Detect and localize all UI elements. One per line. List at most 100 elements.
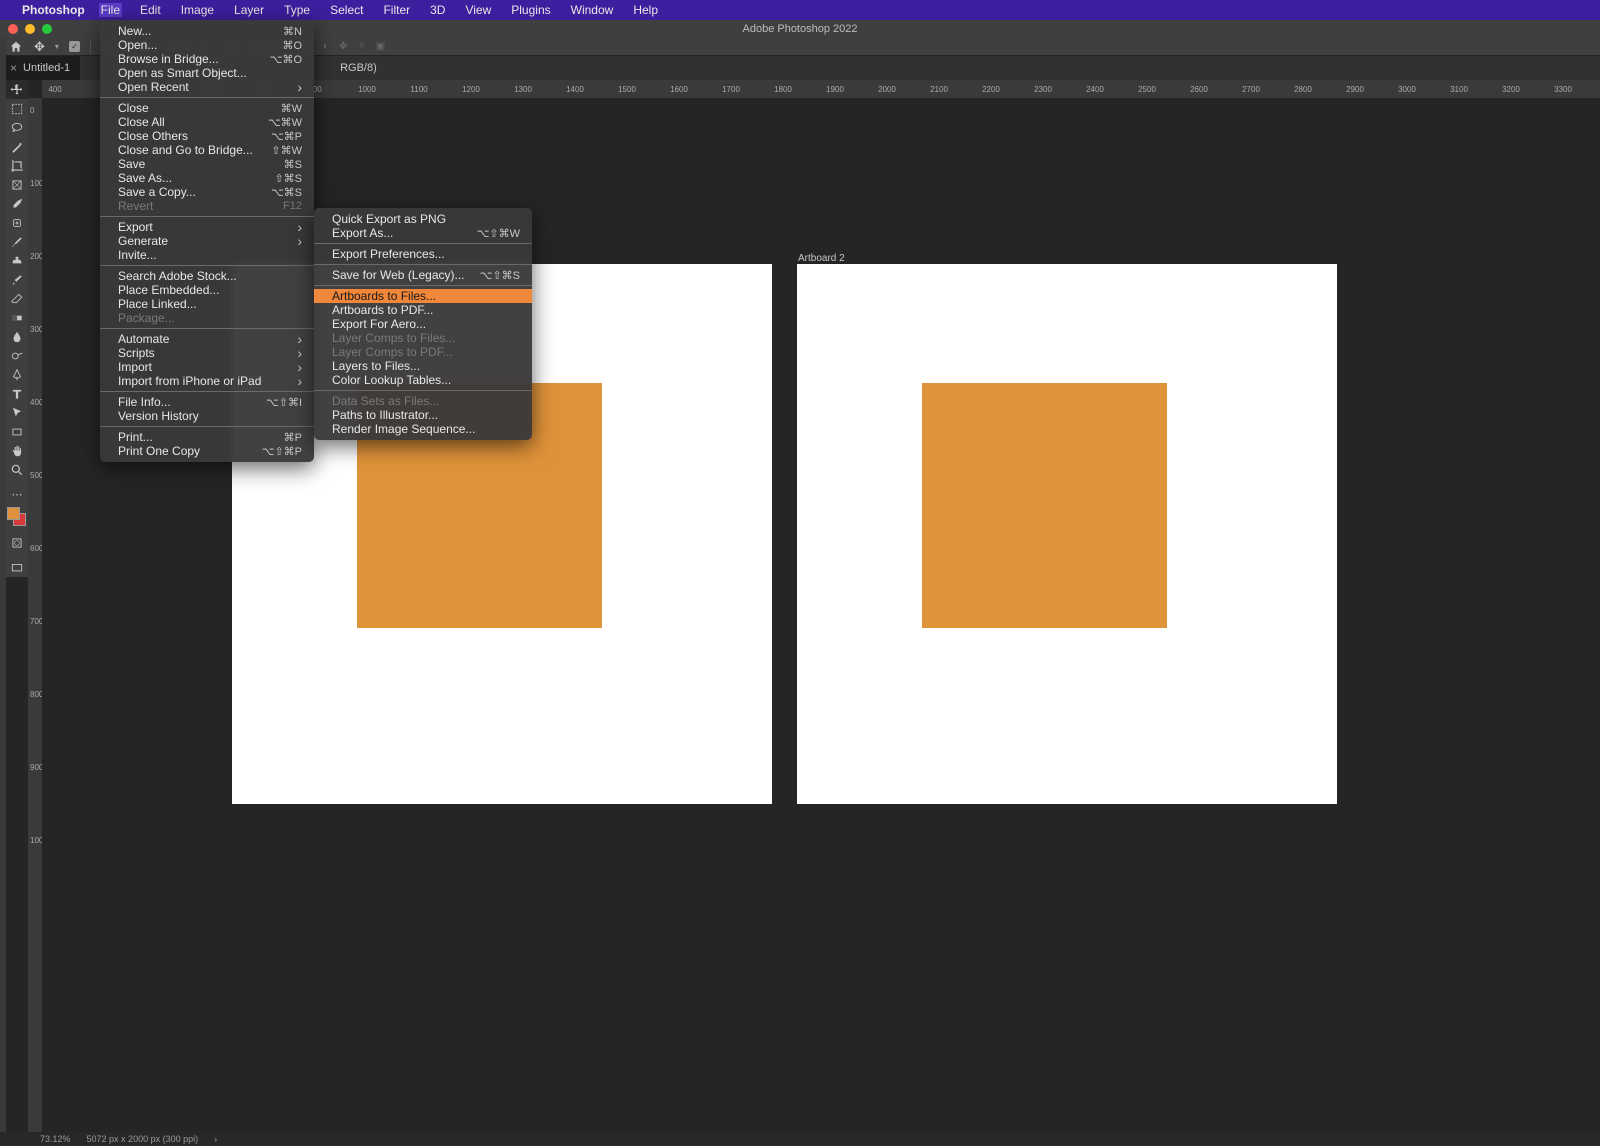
menu-filter[interactable]: Filter	[381, 3, 412, 17]
menu-item[interactable]: Open as Smart Object...	[100, 66, 314, 80]
menu-item[interactable]: Place Linked...	[100, 297, 314, 311]
menu-item[interactable]: Export As...⌥⇧⌘W	[314, 226, 532, 240]
3d-camera-icon[interactable]: ▣	[376, 41, 385, 52]
lasso-tool[interactable]	[6, 118, 28, 137]
menu-select[interactable]: Select	[328, 3, 365, 17]
eraser-tool[interactable]	[6, 289, 28, 308]
gradient-tool[interactable]	[6, 308, 28, 327]
menu-item[interactable]: Paths to Illustrator...	[314, 408, 532, 422]
menu-item[interactable]: Invite...	[100, 248, 314, 262]
menu-item[interactable]: Search Adobe Stock...	[100, 269, 314, 283]
menu-layer[interactable]: Layer	[232, 3, 266, 17]
marquee-tool[interactable]	[6, 99, 28, 118]
menu-item[interactable]: Save for Web (Legacy)...⌥⇧⌘S	[314, 268, 532, 282]
pen-tool[interactable]	[6, 365, 28, 384]
menu-item[interactable]: File Info...⌥⇧⌘I	[100, 395, 314, 409]
menu-plugins[interactable]: Plugins	[509, 3, 552, 17]
quick-mask-icon[interactable]	[6, 533, 28, 552]
color-swatches[interactable]	[7, 507, 27, 527]
menu-item[interactable]: Close Others⌥⌘P	[100, 129, 314, 143]
menu-item[interactable]: New...⌘N	[100, 24, 314, 38]
type-tool[interactable]	[6, 384, 28, 403]
healing-brush-tool[interactable]	[6, 213, 28, 232]
move-tool-icon[interactable]: ✥	[34, 39, 45, 55]
menu-item[interactable]: Color Lookup Tables...	[314, 373, 532, 387]
zoom-window-icon[interactable]	[42, 24, 52, 34]
menu-edit[interactable]: Edit	[138, 3, 163, 17]
document-dimensions[interactable]: 5072 px x 2000 px (300 ppi)	[87, 1134, 199, 1144]
crop-tool[interactable]	[6, 156, 28, 175]
3d-roll-icon[interactable]: ◐	[323, 41, 329, 52]
menu-view[interactable]: View	[463, 3, 493, 17]
menu-help[interactable]: Help	[631, 3, 660, 17]
screen-mode-icon[interactable]	[6, 558, 28, 577]
status-arrow-icon[interactable]: ›	[214, 1134, 217, 1144]
menu-item[interactable]: Save⌘S	[100, 157, 314, 171]
menu-item[interactable]: Save As...⇧⌘S	[100, 171, 314, 185]
tool-preset-chevron-icon[interactable]: ▾	[55, 42, 59, 51]
path-selection-tool[interactable]	[6, 403, 28, 422]
move-tool[interactable]	[6, 80, 28, 99]
menu-item[interactable]: Browse in Bridge...⌥⌘O	[100, 52, 314, 66]
rectangle-shape-2[interactable]	[922, 383, 1167, 628]
menu-item[interactable]: Close All⌥⌘W	[100, 115, 314, 129]
menu-3d[interactable]: 3D	[428, 3, 447, 17]
ruler-tick: 1800	[770, 85, 796, 94]
edit-toolbar-icon[interactable]: ⋯	[6, 485, 28, 504]
menu-item[interactable]: Close and Go to Bridge...⇧⌘W	[100, 143, 314, 157]
minimize-window-icon[interactable]	[25, 24, 35, 34]
menu-item: Layer Comps to PDF...	[314, 345, 532, 359]
menu-file[interactable]: File	[99, 3, 122, 17]
menu-item[interactable]: Open...⌘O	[100, 38, 314, 52]
brush-tool[interactable]	[6, 232, 28, 251]
foreground-color-swatch[interactable]	[7, 507, 20, 520]
menu-item[interactable]: Import›	[100, 360, 314, 374]
artboard-2[interactable]	[797, 264, 1337, 804]
eyedropper-tool[interactable]	[6, 194, 28, 213]
menu-item[interactable]: Version History	[100, 409, 314, 423]
menu-item[interactable]: Layers to Files...	[314, 359, 532, 373]
menu-item[interactable]: Export For Aero...	[314, 317, 532, 331]
menu-item[interactable]: Print One Copy⌥⇧⌘P	[100, 444, 314, 458]
3d-pan-icon[interactable]: ✥	[339, 41, 347, 52]
menu-item[interactable]: Place Embedded...	[100, 283, 314, 297]
menu-window[interactable]: Window	[569, 3, 616, 17]
magic-wand-tool[interactable]	[6, 137, 28, 156]
ruler-tick: 1200	[458, 85, 484, 94]
vertical-ruler[interactable]: 01002003004005006007008009001000	[28, 98, 42, 1132]
frame-tool[interactable]	[6, 175, 28, 194]
close-window-icon[interactable]	[8, 24, 18, 34]
menu-item[interactable]: Export›	[100, 220, 314, 234]
menu-item[interactable]: Print...⌘P	[100, 430, 314, 444]
menu-type[interactable]: Type	[282, 3, 312, 17]
app-name[interactable]: Photoshop	[22, 3, 85, 17]
rectangle-tool[interactable]	[6, 422, 28, 441]
menu-item[interactable]: Import from iPhone or iPad›	[100, 374, 314, 388]
menu-item[interactable]: Scripts›	[100, 346, 314, 360]
menu-item[interactable]: Quick Export as PNG	[314, 212, 532, 226]
zoom-tool[interactable]	[6, 460, 28, 479]
menu-item[interactable]: Artboards to Files...	[314, 289, 532, 303]
document-tab[interactable]: × Untitled-1	[0, 56, 80, 80]
dodge-tool[interactable]	[6, 346, 28, 365]
close-tab-icon[interactable]: ×	[10, 61, 17, 75]
menu-image[interactable]: Image	[179, 3, 216, 17]
clone-stamp-tool[interactable]	[6, 251, 28, 270]
history-brush-tool[interactable]	[6, 270, 28, 289]
blur-tool[interactable]	[6, 327, 28, 346]
home-icon[interactable]	[8, 40, 24, 54]
menu-item[interactable]: Render Image Sequence...	[314, 422, 532, 436]
menu-item[interactable]: Close⌘W	[100, 101, 314, 115]
menu-item[interactable]: Export Preferences...	[314, 247, 532, 261]
zoom-level[interactable]: 73.12%	[40, 1134, 71, 1144]
menu-item[interactable]: Artboards to PDF...	[314, 303, 532, 317]
menu-separator	[100, 265, 314, 266]
menu-item[interactable]: Open Recent›	[100, 80, 314, 94]
menu-item[interactable]: Generate›	[100, 234, 314, 248]
auto-select-checkbox[interactable]	[69, 41, 80, 52]
artboard-2-label[interactable]: Artboard 2	[798, 253, 845, 264]
hand-tool[interactable]	[6, 441, 28, 460]
menu-item[interactable]: Automate›	[100, 332, 314, 346]
3d-slide-icon[interactable]: ✧	[357, 41, 365, 52]
menu-item[interactable]: Save a Copy...⌥⌘S	[100, 185, 314, 199]
